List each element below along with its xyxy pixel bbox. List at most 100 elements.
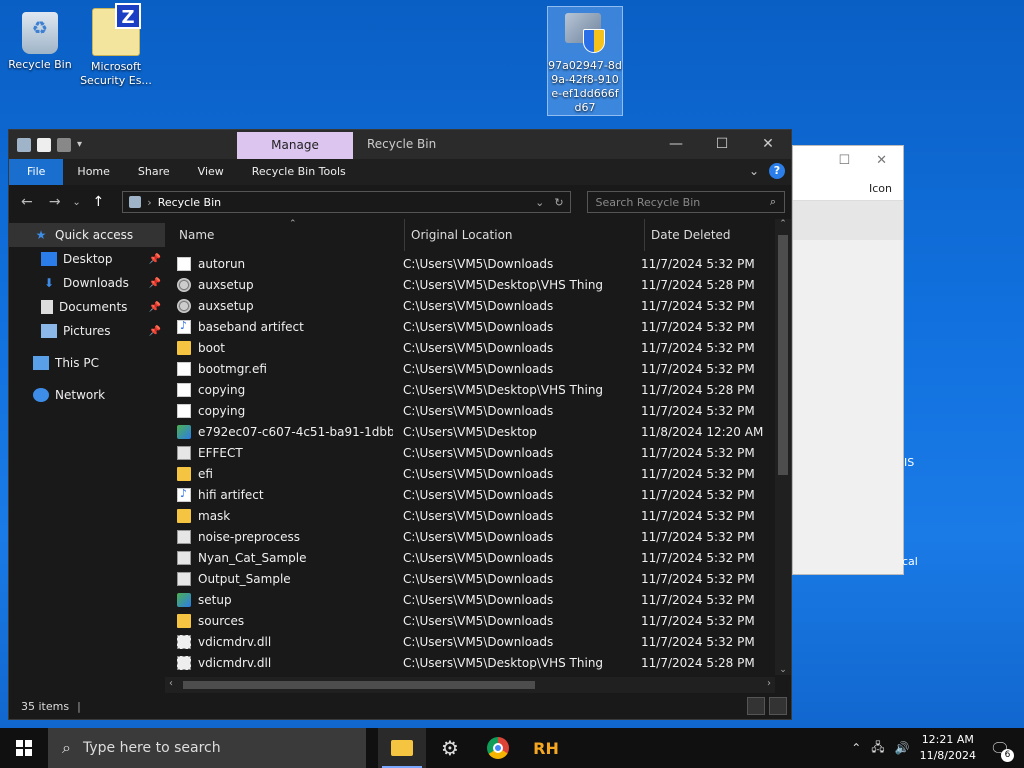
table-row[interactable]: hifi artifect C:\Users\VM5\Downloads 11/7/… [165,484,775,505]
table-row[interactable]: baseband artifect C:\Users\VM5\Downloads 1… [165,316,775,337]
network-status-icon[interactable]: 🖧 [871,738,884,759]
table-row[interactable]: mask C:\Users\VM5\Downloads 11/7/2024 5:32… [165,505,775,526]
forward-arrow-icon[interactable]: → [43,194,67,210]
new-folder-icon[interactable] [57,137,71,152]
recent-locations-icon[interactable]: ⌄ [71,197,83,208]
table-row[interactable]: efi C:\Users\VM5\Downloads 11/7/2024 5:32 … [165,463,775,484]
column-header-icon[interactable]: Icon [793,174,903,200]
large-icons-view-icon[interactable] [769,697,787,715]
qat-dropdown-icon[interactable]: ▾ [77,139,82,150]
taskbar-app-rh[interactable]: RH [522,728,570,768]
original-location-cell: C:\Users\VM5\Downloads [403,445,554,460]
tab-manage[interactable]: Manage [237,132,353,159]
folder-icon [177,466,191,481]
table-row[interactable]: setup C:\Users\VM5\Downloads 11/7/2024 5:3… [165,589,775,610]
file-name: Nyan_Cat_Sample [198,550,307,565]
nav-item-pictures[interactable]: Pictures 📌 [9,319,165,343]
nav-item-network[interactable]: Network [9,383,165,407]
table-row[interactable]: bootmgr.efi C:\Users\VM5\Downloads 11/7/20… [165,358,775,379]
volume-icon[interactable]: 🔊 [895,741,910,755]
tab-view[interactable]: View [184,159,238,185]
table-row[interactable]: noise-preprocess C:\Users\VM5\Downloads 11… [165,526,775,547]
details-view-icon[interactable] [747,697,765,715]
taskbar-app-file-explorer[interactable] [378,728,426,768]
close-icon[interactable]: ✕ [745,130,791,159]
horizontal-scrollbar[interactable]: ‹ › [165,677,775,693]
taskbar-app-settings[interactable]: ⚙ [426,728,474,768]
search-input[interactable]: Search Recycle Bin ⌕ [586,191,785,213]
maximize-icon[interactable]: ☐ [838,153,850,168]
file-name-cell: setup [165,592,393,607]
table-row[interactable]: vdicmdrv.dll C:\Users\VM5\Downloads 11/7/2… [165,631,775,652]
table-row[interactable]: sources C:\Users\VM5\Downloads 11/7/2024 5… [165,610,775,631]
desktop-icon-recycle-bin[interactable]: Recycle Bin [2,8,78,72]
document-icon [41,300,53,314]
taskbar-search-input[interactable]: ⌕ Type here to search [48,728,366,768]
desktop-icon-security-essentials[interactable]: Z Microsoft Security Es... [78,3,154,88]
close-icon[interactable]: ✕ [876,153,887,168]
column-header-date-deleted[interactable]: Date Deleted [645,219,771,251]
explorer-titlebar[interactable]: ▾ Manage Recycle Bin — ☐ ✕ [9,130,791,159]
column-header-original-location[interactable]: Original Location [405,219,645,251]
table-row[interactable]: Nyan_Cat_Sample C:\Users\VM5\Downloads 11/… [165,547,775,568]
file-name: hifi artifect [198,487,264,502]
file-name: e792ec07-c607-4c51-ba91-1dbbca... [198,424,393,439]
file-explorer-window[interactable]: ▾ Manage Recycle Bin — ☐ ✕ File Home Sha… [8,129,792,720]
desktop-icon-setup-file[interactable]: 97a02947-8d9a-42f8-910e-ef1dd666fd67 [547,6,623,116]
table-row[interactable]: copying C:\Users\VM5\Downloads 11/7/2024 5… [165,400,775,421]
help-icon[interactable]: ? [769,163,785,179]
scroll-up-icon[interactable]: ⌃ [775,219,791,229]
expand-ribbon-icon[interactable]: ⌄ [749,164,759,178]
scroll-left-icon[interactable]: ‹ [169,678,173,689]
scroll-right-icon[interactable]: › [767,678,771,689]
search-icon[interactable]: ⌕ [770,195,776,209]
properties-icon[interactable] [37,137,51,152]
table-row[interactable]: auxsetup C:\Users\VM5\Downloads 11/7/2024 … [165,295,775,316]
tab-share[interactable]: Share [124,159,184,185]
nav-item-downloads[interactable]: ⬇ Downloads 📌 [9,271,165,295]
clock[interactable]: 12:21 AM 11/8/2024 [920,732,976,764]
address-bar[interactable]: › Recycle Bin ⌄ ↻ [122,191,571,213]
taskbar-app-chrome[interactable] [474,728,522,768]
column-header-name[interactable]: Name [165,219,405,251]
nav-item-documents[interactable]: Documents 📌 [9,295,165,319]
minimize-icon[interactable]: — [653,130,699,159]
file-icon [177,256,191,271]
start-button[interactable] [0,728,48,768]
scrollbar-thumb[interactable] [778,235,788,475]
file-name-cell: Nyan_Cat_Sample [165,550,393,565]
tab-file[interactable]: File [9,159,64,185]
table-row[interactable]: copying C:\Users\VM5\Desktop\VHS Thing 11/… [165,379,775,400]
recycle-bin-icon [22,12,58,54]
nav-item-this-pc[interactable]: This PC [9,351,165,375]
table-row[interactable]: e792ec07-c607-4c51-ba91-1dbbca... C:\User… [165,421,775,442]
table-row[interactable]: vdicmdrv.dll C:\Users\VM5\Desktop\VHS Thi… [165,652,775,673]
table-row[interactable]: boot C:\Users\VM5\Downloads 11/7/2024 5:32… [165,337,775,358]
scroll-down-icon[interactable]: ⌄ [775,665,791,675]
up-arrow-icon[interactable]: ↑ [86,194,110,210]
nav-item-desktop[interactable]: Desktop 📌 [9,247,165,271]
table-row[interactable]: auxsetup C:\Users\VM5\Desktop\VHS Thing 11… [165,274,775,295]
tab-recycle-bin-tools[interactable]: Recycle Bin Tools [238,159,360,185]
security-essentials-icon: Z [92,3,141,56]
file-name: copying [198,403,246,418]
chevron-up-icon[interactable]: ⌃ [851,741,861,755]
date-deleted-cell: 11/7/2024 5:32 PM [641,487,755,502]
address-dropdown-icon[interactable]: ⌄ [535,196,544,209]
file-name: auxsetup [198,277,254,292]
back-arrow-icon[interactable]: ← [15,194,39,210]
tab-home[interactable]: Home [63,159,123,185]
table-row[interactable]: autorun C:\Users\VM5\Downloads 11/7/2024 5… [165,253,775,274]
notification-center-button[interactable]: 🗨 6 [986,734,1014,762]
file-name-cell: noise-preprocess [165,529,393,544]
vertical-scrollbar[interactable]: ⌃ ⌄ [775,219,791,675]
maximize-icon[interactable]: ☐ [699,130,745,159]
scrollbar-thumb[interactable] [183,681,535,689]
date-deleted-cell: 11/7/2024 5:32 PM [641,298,755,313]
refresh-icon[interactable]: ↻ [554,196,563,209]
table-row[interactable]: EFFECT C:\Users\VM5\Downloads 11/7/2024 5:… [165,442,775,463]
table-row[interactable]: Output_Sample C:\Users\VM5\Downloads 11/7/… [165,568,775,589]
breadcrumb[interactable]: Recycle Bin [158,196,221,209]
nav-item-quick-access[interactable]: ★ Quick access [9,223,165,247]
background-window[interactable]: ☐ ✕ Icon [792,145,904,575]
